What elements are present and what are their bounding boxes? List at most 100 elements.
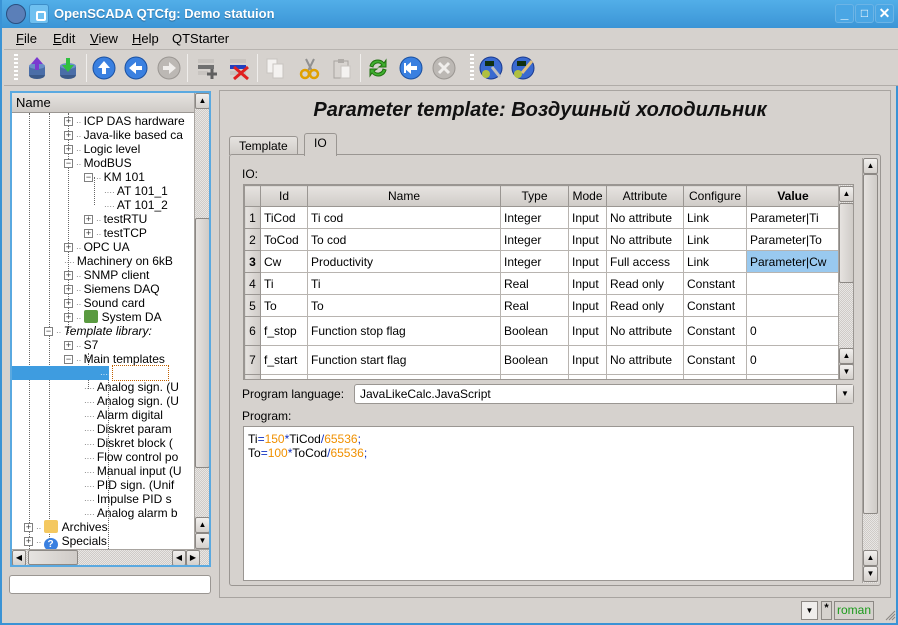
scroll-thumb[interactable] xyxy=(195,218,209,468)
tree-item[interactable]: ···· Analog sign. (U xyxy=(84,380,179,394)
scroll-left-button[interactable]: ◀ xyxy=(172,550,186,565)
tree-item[interactable]: − ·· KM 101 xyxy=(84,170,145,184)
table-cell[interactable]: Constant xyxy=(683,272,747,295)
cut-icon[interactable] xyxy=(296,55,322,81)
table-cell[interactable]: 0 xyxy=(746,316,840,346)
expand-icon[interactable]: + xyxy=(64,299,73,308)
tree-item[interactable]: + ·· testRTU xyxy=(84,212,147,226)
paste-icon[interactable] xyxy=(329,55,355,81)
tree-item[interactable]: ···· Analog alarm b xyxy=(84,506,178,520)
tree-item[interactable]: − ·· Template library: xyxy=(44,324,152,338)
table-cell[interactable]: Integer xyxy=(500,206,569,229)
scroll-thumb[interactable] xyxy=(863,174,878,514)
table-row[interactable]: 4 Ti Ti Real Input Read only Constant xyxy=(244,272,840,295)
table-cell[interactable]: Parameter|To xyxy=(746,228,840,251)
table-cell[interactable]: Function stop flag xyxy=(307,316,501,346)
table-cell[interactable]: Input xyxy=(568,345,607,375)
column-header[interactable]: Id xyxy=(260,185,308,207)
table-cell[interactable]: Input xyxy=(568,272,607,295)
scroll-up-button[interactable]: ▲ xyxy=(839,186,853,202)
table-row[interactable]: 2 ToCod To cod Integer Input No attribute Link… xyxy=(244,228,840,251)
scroll-thumb[interactable] xyxy=(839,203,853,283)
collapse-icon[interactable]: − xyxy=(64,355,73,364)
expand-icon[interactable]: + xyxy=(64,243,73,252)
table-cell[interactable]: Input xyxy=(568,228,607,251)
table-cell[interactable]: Input xyxy=(568,206,607,229)
tree-item[interactable]: ···· Machinery on 6kB xyxy=(64,254,173,268)
table-cell[interactable]: Integer xyxy=(500,250,569,273)
table-cell[interactable]: Productivity xyxy=(307,250,501,273)
toolbar-grip[interactable] xyxy=(470,54,474,82)
scroll-up-button[interactable]: ▲ xyxy=(195,93,209,109)
maximize-button[interactable]: □ xyxy=(855,4,874,23)
tree-item[interactable]: − ·· Main templates xyxy=(64,352,165,366)
io-table[interactable]: Id Name Type Mode Attribute Configure Value 1T… xyxy=(243,184,854,380)
tree-item[interactable]: ···· Air cooler xyxy=(12,365,169,381)
navigation-tree[interactable]: Name ▲ ▲ ▼ + ·· ICP DAS hardware + ·· Java-… xyxy=(10,91,211,567)
refresh-icon[interactable] xyxy=(365,55,391,81)
window-menu-icon[interactable] xyxy=(29,4,49,24)
table-cell[interactable]: To cod xyxy=(307,228,501,251)
table-cell[interactable]: To xyxy=(307,294,501,317)
column-header[interactable]: Value xyxy=(746,185,840,207)
menu-qtstarter[interactable]: QTStarter xyxy=(172,31,229,46)
up-icon[interactable] xyxy=(91,55,117,81)
stop-icon[interactable] xyxy=(431,55,457,81)
add-item-icon[interactable] xyxy=(194,55,220,81)
tree-item[interactable]: + ·· testTCP xyxy=(84,226,147,240)
table-cell[interactable] xyxy=(746,294,840,317)
table-cell[interactable]: Input xyxy=(568,294,607,317)
column-header[interactable]: Attribute xyxy=(606,185,684,207)
table-cell[interactable]: Full access xyxy=(606,250,684,273)
table-cell[interactable]: Integer xyxy=(500,228,569,251)
tree-item[interactable]: ···· Manual input (U xyxy=(84,464,182,478)
collapse-icon[interactable]: − xyxy=(84,173,93,182)
menu-file[interactable]: File xyxy=(16,31,37,46)
tree-item[interactable]: + ·· S7 xyxy=(64,338,98,352)
table-row[interactable]: 3 Cw Productivity Integer Input Full access Li… xyxy=(244,250,840,273)
minimize-button[interactable]: _ xyxy=(835,4,854,23)
menu-help[interactable]: Help xyxy=(132,31,159,46)
table-cell[interactable]: Parameter|Ti xyxy=(746,206,840,229)
expand-icon[interactable]: + xyxy=(84,215,93,224)
table-cell[interactable]: Input xyxy=(568,250,607,273)
table-row[interactable] xyxy=(244,374,840,379)
table-cell[interactable]: Constant xyxy=(683,294,747,317)
tree-horizontal-scrollbar[interactable]: ◀ ◀ ▶ xyxy=(12,549,209,565)
tree-header-name[interactable]: Name xyxy=(12,93,194,113)
collapse-icon[interactable]: − xyxy=(44,327,53,336)
tree-item[interactable]: ···· Analog sign. (U xyxy=(84,394,179,408)
expand-icon[interactable]: + xyxy=(64,145,73,154)
table-row[interactable]: 6 f_stop Function stop flag Boolean Input No … xyxy=(244,316,840,346)
scroll-up-button[interactable]: ▲ xyxy=(195,517,209,533)
tree-item[interactable]: ···· Diskret param xyxy=(84,422,172,436)
program-language-select[interactable]: JavaLikeCalc.JavaScript ▼ xyxy=(354,384,854,404)
menu-view[interactable]: View xyxy=(90,31,118,46)
table-row[interactable]: 1 TiCod Ti cod Integer Input No attribute Link… xyxy=(244,206,840,229)
tree-item[interactable]: ···· PID sign. (Unif xyxy=(84,478,174,492)
tree-item[interactable]: − ·· ModBUS xyxy=(64,156,132,170)
table-cell[interactable]: Ti xyxy=(260,272,308,295)
table-cell[interactable]: Function start flag xyxy=(307,345,501,375)
tree-item[interactable]: ···· Flow control po xyxy=(84,450,178,464)
scroll-up-button[interactable]: ▲ xyxy=(839,348,853,364)
tree-vertical-scrollbar[interactable]: ▲ ▲ ▼ xyxy=(194,93,209,551)
table-row[interactable]: 7 f_start Function start flag Boolean Input N… xyxy=(244,345,840,375)
table-cell[interactable]: Boolean xyxy=(500,345,569,375)
program-editor[interactable]: Ti=150*TiCod/65536; To=100*ToCod/65536; xyxy=(243,426,854,581)
scroll-right-button[interactable]: ▶ xyxy=(186,550,200,565)
back-icon[interactable] xyxy=(123,55,149,81)
table-cell[interactable]: Real xyxy=(500,272,569,295)
table-cell[interactable]: Ti xyxy=(307,272,501,295)
tree-item[interactable]: + ·· Siemens DAQ xyxy=(64,282,160,296)
table-cell[interactable]: Read only xyxy=(606,272,684,295)
table-cell[interactable]: No attribute xyxy=(606,316,684,346)
table-cell[interactable]: 0 xyxy=(746,345,840,375)
table-cell[interactable]: Link xyxy=(683,206,747,229)
expand-icon[interactable]: + xyxy=(24,523,33,532)
table-cell[interactable]: Link xyxy=(683,250,747,273)
forward-icon[interactable] xyxy=(156,55,182,81)
expand-icon[interactable]: + xyxy=(64,341,73,350)
table-cell[interactable] xyxy=(746,272,840,295)
scroll-thumb[interactable] xyxy=(28,550,78,565)
